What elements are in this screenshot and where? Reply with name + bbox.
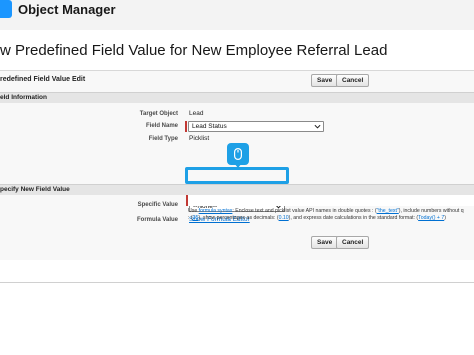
save-button-bottom[interactable]: Save (311, 236, 339, 249)
hint-decimal-example: 0.10 (278, 215, 289, 221)
page-title: w Predefined Field Value for New Employe… (0, 42, 388, 59)
formula-value-label: Formula Value (136, 217, 178, 223)
page-content: w Predefined Field Value for New Employe… (0, 30, 474, 355)
hint-line2-close: ) (444, 215, 446, 221)
field-name-select[interactable]: Lead Status (188, 121, 324, 132)
focus-highlight (185, 167, 289, 184)
required-indicator (185, 121, 187, 132)
hint-line2-mid: ), show percentages as decimals: ( (198, 215, 279, 221)
edit-block-title: redefined Field Value Edit (0, 76, 86, 83)
hint-line1-end: ), include numbers without q (398, 208, 464, 214)
app-title: Object Manager (18, 2, 116, 17)
formula-textarea[interactable] (186, 195, 474, 206)
hint-line1: : Enclose text and picklist value API na… (232, 208, 377, 214)
target-object-value: Lead (189, 110, 204, 117)
hint-prefix: Use (188, 208, 199, 214)
hint-date-example: Today() + 7 (418, 215, 445, 221)
field-information-header: eld Information (0, 92, 474, 103)
specific-value-label: Specific Value (137, 202, 178, 208)
object-manager-icon (0, 0, 12, 18)
chevron-down-icon (314, 124, 321, 129)
hint-line2-end: ), and express date calculations in the … (288, 215, 419, 221)
target-object-label: Target Object (139, 111, 178, 117)
save-button-top[interactable]: Save (311, 74, 339, 87)
field-type-value: Picklist (189, 135, 210, 142)
specify-new-value-header: pecify New Field Value (0, 184, 474, 195)
formula-hint: Use formula syntax: Enclose text and pic… (188, 208, 474, 222)
cancel-button-bottom[interactable]: Cancel (336, 236, 370, 249)
formula-syntax-link[interactable]: formula syntax (199, 208, 233, 214)
field-type-label: Field Type (148, 136, 178, 142)
field-name-label: Field Name (145, 123, 178, 129)
divider (0, 282, 474, 283)
app-header: Object Manager (0, 0, 474, 28)
cancel-button-top[interactable]: Cancel (336, 74, 370, 87)
cursor-indicator (227, 143, 249, 168)
field-name-selected: Lead Status (192, 123, 227, 130)
hint-text-example: "the_text" (376, 208, 399, 214)
mouse-icon (234, 148, 242, 160)
